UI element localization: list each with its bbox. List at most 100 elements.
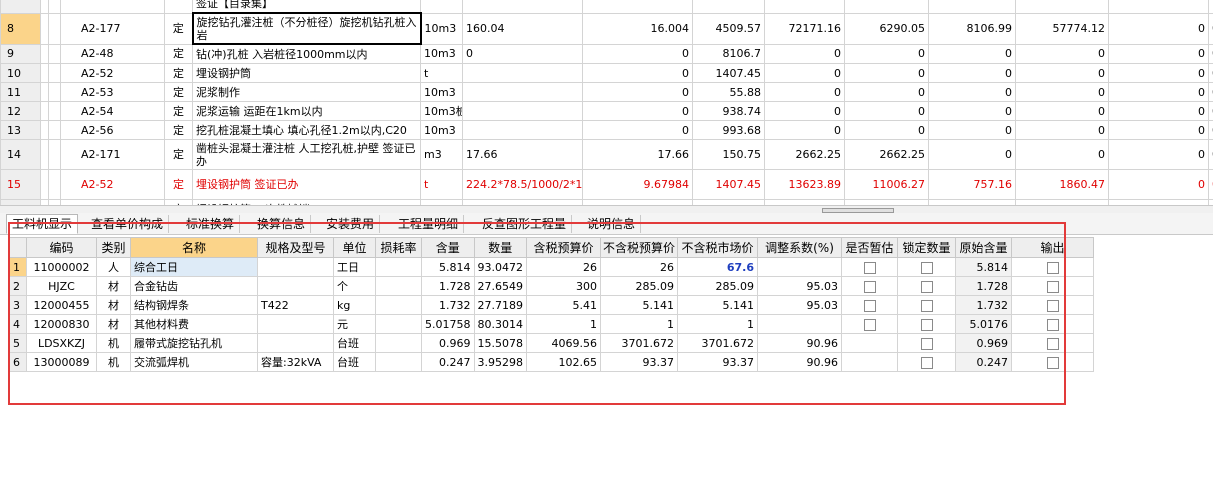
cell-value[interactable]: 0 [1015,43,1109,64]
row-number[interactable]: 8 [0,12,41,45]
row-number[interactable]: 14 [0,139,41,170]
cell-value[interactable]: 0 [928,43,1016,64]
cell-value[interactable]: 0 [1208,63,1213,83]
cell-unit[interactable]: 10m3 [420,12,463,45]
cell-qty-expression[interactable] [462,63,583,83]
cell-quantity[interactable]: 16.004 [582,12,693,45]
cell-unit-price[interactable]: 1407.45 [692,63,765,83]
cell-type[interactable]: 定 [164,43,193,64]
cell-code[interactable]: A2-48 [60,43,165,64]
cell-unit-price[interactable]: 55.88 [692,82,765,102]
cell-quantity[interactable]: 9.67984 [582,169,693,200]
cell-value[interactable]: 0 [844,120,929,140]
cell-value[interactable]: 0 [1015,101,1109,121]
cell-unit-price[interactable]: 8106.7 [692,43,765,64]
cell-name[interactable]: 挖孔桩混凝土填心 填心孔径1.2m以内,C20 [192,120,421,140]
cell-value[interactable]: 0 [844,82,929,102]
cell-unit[interactable]: 10m3 [420,43,463,64]
cell-unit-price[interactable]: 1407.45 [692,169,765,200]
cell-total[interactable]: 0 [764,43,845,64]
row-number[interactable]: 9 [0,43,41,64]
cell-value[interactable]: 0 [844,101,929,121]
cell-qty-expression[interactable] [462,101,583,121]
cell-value[interactable]: 0 [1015,120,1109,140]
cell-name[interactable]: 钻(冲)孔桩 入岩桩径1000mm以内 [192,43,421,64]
cell-value[interactable]: 0 [1208,101,1213,121]
table-row[interactable]: 8 A2-177 定旋挖钻孔灌注桩（不分桩径）旋挖机钻孔桩入岩 10m3 160.04 1… [0,12,1213,45]
cell-value[interactable]: 0 [1108,120,1209,140]
table-row[interactable]: 13 A2-56 定挖孔桩混凝土填心 填心孔径1.2m以内,C20 10m3 0 993.… [0,120,1213,140]
table-row[interactable]: 9 A2-48 定钻(冲)孔桩 入岩桩径1000mm以内 10m3 0 0 8106.7 0 0… [0,43,1213,64]
row-number[interactable]: 11 [0,82,41,102]
cell-value[interactable]: 0 [844,63,929,83]
cell-total[interactable]: 0 [764,63,845,83]
cell-qty-expression[interactable] [462,82,583,102]
table-row[interactable]: 10A2-52定埋设钢护筒t01407.45000000 [0,63,1213,83]
cell-unit[interactable]: m3 [420,139,463,170]
cell-type[interactable]: 定 [164,101,193,121]
cell-name[interactable]: 泥浆制作 [192,82,421,102]
cell-total[interactable]: 2662.25 [764,139,845,170]
cell-value[interactable]: 0 [1108,139,1209,170]
cell-value[interactable]: 0 [928,139,1016,170]
cell-name[interactable]: 埋设钢护筒 [192,63,421,83]
cell-value[interactable]: 8106.99 [928,12,1016,45]
cell-name[interactable]: 凿桩头混凝土灌注桩 人工挖孔桩,护壁 签证已办 [192,139,421,170]
cell-value[interactable]: 0 [1015,63,1109,83]
row-number[interactable]: 15 [0,169,41,200]
cell-quantity[interactable]: 0 [582,101,693,121]
cell-value[interactable]: 0 [1015,139,1109,170]
row-number[interactable]: 10 [0,63,41,83]
cell-type[interactable]: 定 [164,139,193,170]
cell-value[interactable]: 0 [1208,120,1213,140]
cell-quantity[interactable]: 17.66 [582,139,693,170]
cell-value[interactable]: 6290.05 [844,12,929,45]
cell-total[interactable]: 0 [764,82,845,102]
table-row[interactable]: 11A2-53定泥浆制作10m3055.88000000 [0,82,1213,102]
cell-total[interactable]: 72171.16 [764,12,845,45]
cell-value[interactable]: 0 [928,63,1016,83]
cell-value[interactable]: 57774.12 [1015,12,1109,45]
cell-unit[interactable]: 10m3 [420,120,463,140]
cell-type[interactable]: 定 [164,82,193,102]
table-row[interactable]: 14 A2-171 定凿桩头混凝土灌注桩 人工挖孔桩,护壁 签证已办 m3 17.66 1… [0,139,1213,170]
cell-name[interactable]: 埋设钢护筒 签证已办 [192,169,421,200]
cell-value[interactable]: 0 [1208,139,1213,170]
cell-value[interactable]: 0 [1208,12,1213,45]
cell-code[interactable]: A2-171 [60,139,165,170]
cell-quantity[interactable]: 0 [582,120,693,140]
cell-value[interactable]: 2662.25 [844,139,929,170]
cell-unit-price[interactable]: 993.68 [692,120,765,140]
cell-value[interactable]: 0 [1108,12,1209,45]
cell-value[interactable]: 0 [1108,43,1209,64]
cell-code[interactable]: A2-177 [60,12,165,45]
cell-unit-price[interactable]: 938.74 [692,101,765,121]
cell-code[interactable]: A2-54 [60,101,165,121]
cell-code[interactable]: A2-56 [60,120,165,140]
cell-unit[interactable]: 10m3桩 [420,101,463,121]
cell-qty-expression[interactable]: 224.2*78.5/1000/2*1.1 [462,169,583,200]
cell-value[interactable]: 1860.47 [1015,169,1109,200]
cell-qty-expression[interactable]: 160.04 [462,12,583,45]
cell-value[interactable]: 0 [1208,82,1213,102]
cell-value[interactable]: 0 [1208,169,1213,200]
cell-type[interactable]: 定 [164,63,193,83]
cell-unit-price[interactable]: 4509.57 [692,12,765,45]
cell-total[interactable]: 0 [764,120,845,140]
cell-value[interactable]: 0 [1108,169,1209,200]
cell-value[interactable]: 0 [844,43,929,64]
cell-unit[interactable]: t [420,63,463,83]
cell-qty-expression[interactable] [462,120,583,140]
cell-type[interactable]: 定 [164,120,193,140]
cell-code[interactable]: A2-53 [60,82,165,102]
cell-type[interactable]: 定 [164,169,193,200]
cell-name[interactable]: 旋挖钻孔灌注桩（不分桩径）旋挖机钻孔桩入岩 [191,12,422,45]
cell-total[interactable]: 13623.89 [764,169,845,200]
cell-total[interactable]: 0 [764,101,845,121]
cell-value[interactable]: 0 [1108,63,1209,83]
cell-qty-expression[interactable]: 0 [462,43,583,64]
cell-unit[interactable]: 10m3 [420,82,463,102]
cell-quantity[interactable]: 0 [582,63,693,83]
row-number[interactable]: 13 [0,120,41,140]
cell-value[interactable]: 0 [1208,43,1213,64]
